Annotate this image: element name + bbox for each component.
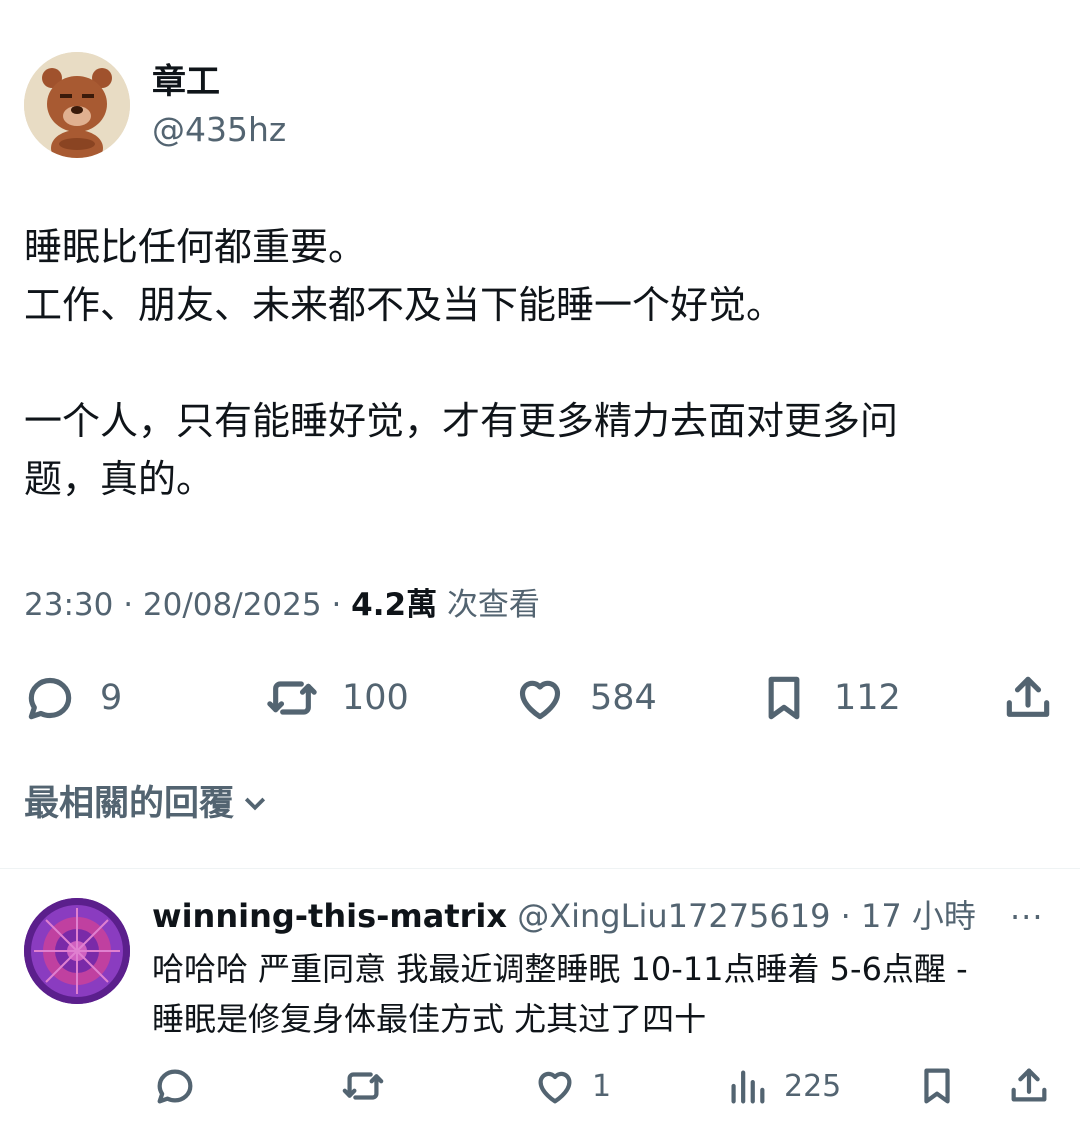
tweet-text-line: 睡眠比任何都重要。 xyxy=(24,225,367,269)
reply-views-button[interactable]: 225 xyxy=(724,1060,841,1112)
views-count: 4.2萬 xyxy=(351,587,438,623)
reply-icon xyxy=(28,677,72,720)
reply-like-button[interactable]: 1 xyxy=(532,1060,611,1112)
reply-author-avatar[interactable] xyxy=(24,898,130,1004)
replies-sort-label: 最相關的回覆 xyxy=(24,784,235,824)
retweet-button[interactable]: 100 xyxy=(264,668,409,728)
author-avatar[interactable] xyxy=(24,52,130,158)
reply-icon xyxy=(157,1069,193,1104)
reply-avatar-image xyxy=(24,898,130,1004)
retweet-count: 100 xyxy=(342,678,409,718)
reply-header: winning-this-matrix @XingLiu17275619 · 1… xyxy=(152,897,976,935)
more-icon[interactable]: ··· xyxy=(1010,898,1044,936)
divider xyxy=(0,868,1080,869)
reply-like-count: 1 xyxy=(592,1068,612,1104)
chevron-down-icon xyxy=(244,797,266,811)
bookmark-button[interactable]: 112 xyxy=(756,668,901,728)
reply-button[interactable]: 9 xyxy=(22,668,122,728)
bookmark-count: 112 xyxy=(834,678,901,718)
heart-icon xyxy=(538,1071,572,1104)
bear-avatar-image xyxy=(24,52,130,158)
tweet-text-line: 题，真的。 xyxy=(24,457,215,501)
tweet-meta: 23:30 · 20/08/2025 · 4.2萬 次查看 xyxy=(24,587,540,623)
author-handle[interactable]: @435hz xyxy=(152,110,286,150)
reply-time[interactable]: 17 小時 xyxy=(861,897,976,935)
reply-text-line: 哈哈哈 严重同意 我最近调整睡眠 10-11点睡着 5-6点醒 - xyxy=(152,950,968,988)
retweet-icon xyxy=(342,1072,384,1100)
reply-share-button[interactable] xyxy=(1006,1060,1052,1112)
reply-bookmark-button[interactable] xyxy=(914,1060,960,1112)
like-count: 584 xyxy=(590,678,657,718)
reply-author-name[interactable]: winning-this-matrix xyxy=(152,897,507,935)
replies-sort-dropdown[interactable]: 最相關的回覆 xyxy=(24,780,270,828)
reply-count: 9 xyxy=(100,678,123,718)
tweet-time[interactable]: 23:30 xyxy=(24,587,113,623)
tweet-text-line: 工作、朋友、未来都不及当下能睡一个好觉。 xyxy=(24,283,785,327)
retweet-icon xyxy=(267,681,317,715)
reply-reply-button[interactable] xyxy=(152,1060,198,1112)
like-button[interactable]: 584 xyxy=(512,668,657,728)
author-name[interactable]: 章工 xyxy=(152,62,220,102)
tweet-text-line: 一个人，只有能睡好觉，才有更多精力去面对更多问 xyxy=(24,399,899,443)
reply-retweet-button[interactable] xyxy=(340,1060,386,1112)
heart-icon xyxy=(519,680,561,720)
reply-actions: 1 225 xyxy=(0,1060,1080,1112)
share-icon xyxy=(1011,1068,1047,1102)
views-icon xyxy=(731,1070,765,1104)
reply-author-handle[interactable]: @XingLiu17275619 xyxy=(517,897,830,935)
share-icon xyxy=(1006,676,1050,717)
share-button[interactable] xyxy=(1000,668,1056,728)
bookmark-icon xyxy=(768,676,800,720)
views-label: 次查看 xyxy=(446,587,540,623)
bookmark-icon xyxy=(924,1068,950,1104)
reply-text: 哈哈哈 严重同意 我最近调整睡眠 10-11点睡着 5-6点醒 - 睡眠是修复身… xyxy=(152,944,1062,1044)
tweet-actions: 9 100 584 112 xyxy=(0,668,1080,728)
tweet-date[interactable]: 20/08/2025 xyxy=(143,587,322,623)
reply-text-line: 睡眠是修复身体最佳方式 尤其过了四十 xyxy=(152,1000,707,1038)
reply-views-count: 225 xyxy=(784,1068,842,1104)
tweet-text: 睡眠比任何都重要。 工作、朋友、未来都不及当下能睡一个好觉。 一个人，只有能睡好… xyxy=(24,218,1054,508)
